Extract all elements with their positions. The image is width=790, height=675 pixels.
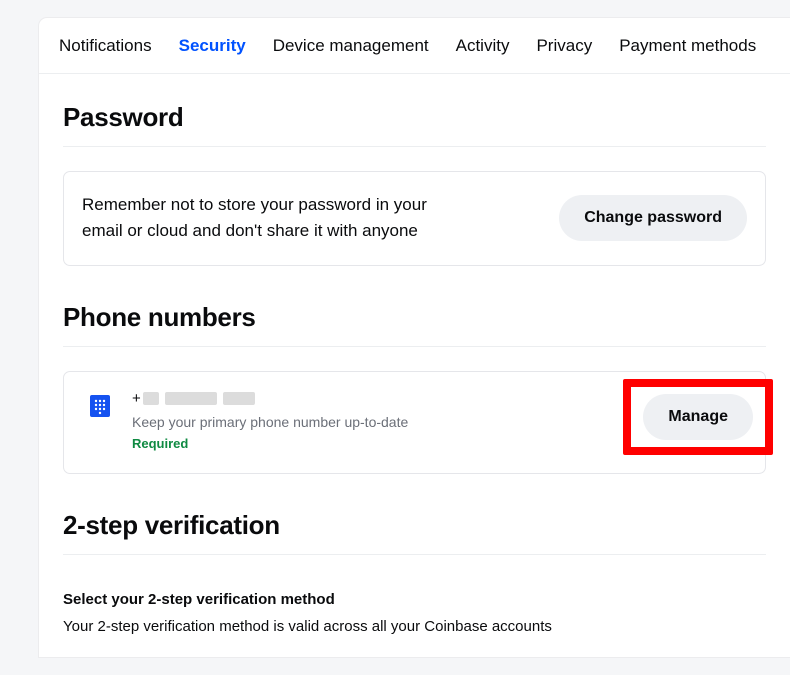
password-message: Remember not to store your password in y… xyxy=(82,192,472,245)
phone-required-badge: Required xyxy=(132,436,408,451)
annotation-highlight: Manage xyxy=(623,379,773,455)
phone-prefix: + xyxy=(132,390,141,407)
redacted-digits xyxy=(223,392,255,405)
tab-payment-methods[interactable]: Payment methods xyxy=(619,36,756,56)
tab-notifications[interactable]: Notifications xyxy=(59,36,152,56)
security-content: Password Remember not to store your pass… xyxy=(39,102,790,635)
phone-info: + Keep your primary phone number up-to-d… xyxy=(132,390,408,451)
manage-phone-button[interactable]: Manage xyxy=(643,394,753,440)
two-step-title: 2-step verification xyxy=(63,510,766,541)
phone-description: Keep your primary phone number up-to-dat… xyxy=(132,414,408,430)
password-card: Remember not to store your password in y… xyxy=(63,171,766,266)
phone-keypad-icon xyxy=(86,392,114,420)
two-step-description: Your 2-step verification method is valid… xyxy=(63,618,766,635)
tab-device-management[interactable]: Device management xyxy=(273,36,429,56)
tab-activity[interactable]: Activity xyxy=(456,36,510,56)
change-password-button[interactable]: Change password xyxy=(559,195,747,241)
settings-panel: Notifications Security Device management… xyxy=(39,18,790,657)
divider xyxy=(63,346,766,347)
phone-card: + Keep your primary phone number up-to-d… xyxy=(63,371,766,474)
phone-number: + xyxy=(132,390,408,407)
tab-security[interactable]: Security xyxy=(179,36,246,56)
divider xyxy=(63,554,766,555)
tab-privacy[interactable]: Privacy xyxy=(536,36,592,56)
settings-tabs: Notifications Security Device management… xyxy=(39,18,790,74)
password-title: Password xyxy=(63,102,766,133)
phone-entry: + Keep your primary phone number up-to-d… xyxy=(86,390,408,451)
divider xyxy=(63,146,766,147)
redacted-digits xyxy=(143,392,159,405)
phone-numbers-title: Phone numbers xyxy=(63,302,766,333)
redacted-digits xyxy=(165,392,217,405)
two-step-subheading: Select your 2-step verification method xyxy=(63,591,766,608)
